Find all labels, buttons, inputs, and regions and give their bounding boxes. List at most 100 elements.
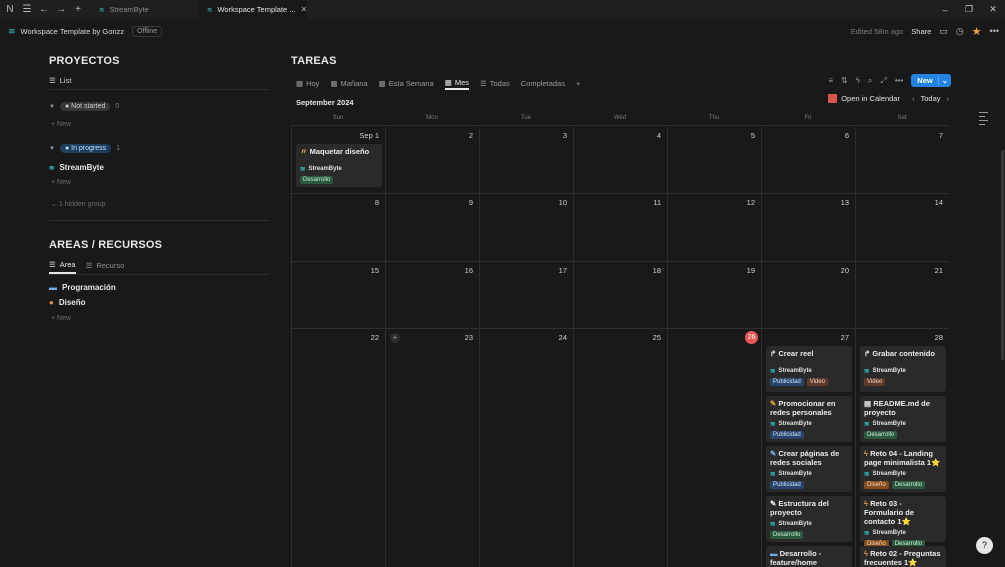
task-card[interactable]: 〃 Maquetar diseño ≋ StreamByte Desarrollo (296, 144, 382, 187)
list-item[interactable]: ● Diseño (49, 298, 269, 307)
day-cell[interactable]: Sep 1 〃 Maquetar diseño ≋ StreamByte Desa… (291, 127, 385, 193)
task-card[interactable]: ↱ Crear reel ≋ StreamByte Publicidad Video (766, 346, 852, 392)
new-item-button[interactable]: + New (51, 121, 269, 128)
day-cell[interactable]: 28 ↱ Grabar contenido ≋ StreamByte Video … (855, 329, 949, 567)
tab-completadas[interactable]: Completadas (521, 76, 565, 90)
day-cell[interactable]: 7 (855, 127, 949, 193)
day-cell[interactable]: 27 ↱ Crear reel ≋ StreamByte Publicidad Vi… (761, 329, 855, 567)
day-cell[interactable]: 4 (573, 127, 667, 193)
task-title: ϟ Reto 03 - Formulario de contacto 1⭐ (864, 499, 942, 526)
day-cell[interactable]: 16 (385, 262, 479, 328)
list-item[interactable]: ≋ StreamByte (49, 163, 269, 172)
automation-icon[interactable]: ϟ (856, 76, 860, 85)
next-month-icon[interactable]: › (947, 94, 950, 103)
relation-label: StreamByte (872, 368, 906, 374)
more-options-icon[interactable]: ••• (990, 26, 999, 36)
day-cell[interactable]: 5 (667, 127, 761, 193)
hidden-group-toggle[interactable]: ⌄ 1 hidden group (51, 200, 269, 208)
task-card[interactable]: ▬ Desarrollo - feature/home (766, 546, 852, 567)
calendar-week: 15 16 17 18 19 20 21 (291, 262, 949, 329)
task-card[interactable]: ✎ Crear páginas de redes sociales ≋ Strea… (766, 446, 852, 492)
tab-manana[interactable]: ▦ Mañana (330, 76, 367, 90)
task-card[interactable]: ↱ Grabar contenido ≋ StreamByte Video (860, 346, 946, 392)
comment-icon[interactable]: ▭ (939, 26, 948, 37)
tab-hoy[interactable]: ▦ Hoy (296, 76, 319, 90)
prev-month-icon[interactable]: ‹ (912, 94, 915, 103)
day-cell[interactable]: 17 (479, 262, 573, 328)
more-options-icon[interactable]: ••• (895, 76, 903, 85)
day-cell[interactable]: 8 (291, 194, 385, 261)
notion-logo-icon[interactable]: N (3, 3, 17, 17)
search-icon[interactable]: ⌕ (868, 76, 872, 86)
expand-icon[interactable]: ⤢ (880, 76, 886, 86)
caret-down-icon[interactable]: ▼ (49, 104, 55, 110)
day-cell[interactable]: 6 (761, 127, 855, 193)
task-card[interactable]: ✎ Estructura del proyecto ≋ StreamByte De… (766, 496, 852, 542)
menu-icon[interactable]: ☰ (20, 3, 34, 17)
share-button[interactable]: Share (911, 27, 931, 36)
task-card[interactable]: ϟ Reto 02 - Preguntas frecuentes 1⭐ (860, 546, 946, 567)
day-cell[interactable]: +23 (385, 329, 479, 567)
breadcrumb[interactable]: Workspace Template by Gonzz (21, 27, 125, 36)
list-view-tab[interactable]: ☰ List (49, 76, 269, 85)
close-tab-icon[interactable]: ✕ (301, 5, 307, 14)
add-task-icon[interactable]: + (390, 333, 400, 343)
scrollbar[interactable] (1001, 150, 1004, 360)
day-cell[interactable]: 14 (855, 194, 949, 261)
day-cell[interactable]: 19 (667, 262, 761, 328)
day-cell[interactable]: 15 (291, 262, 385, 328)
day-cell[interactable]: 13 (761, 194, 855, 261)
tab-workspace-template[interactable]: ≋ Workspace Template ... ✕ (199, 0, 307, 19)
day-cell[interactable]: 18 (573, 262, 667, 328)
day-cell[interactable]: 2 (385, 127, 479, 193)
tab-esta-semana[interactable]: ▦ Esta Semana (379, 76, 434, 90)
task-card[interactable]: ▤ README.md de proyecto ≋ StreamByte Desa… (860, 396, 946, 442)
task-card[interactable]: ✎ Promocionar en redes personales ≋ Strea… (766, 396, 852, 442)
tag: Desarrollo (300, 176, 334, 184)
group-not-started[interactable]: ▼ ● Not started 0 (49, 102, 269, 111)
day-cell[interactable]: 10 (479, 194, 573, 261)
new-item-button[interactable]: + New (51, 315, 269, 322)
today-button[interactable]: Today (920, 94, 940, 103)
new-task-button[interactable]: New ⌄ (911, 74, 951, 87)
tab-todas[interactable]: ☰ Todas (480, 76, 510, 90)
favorite-star-icon[interactable]: ★ (972, 25, 982, 38)
chevron-down-icon[interactable]: ⌄ (937, 76, 951, 85)
sort-icon[interactable]: ⇅ (841, 76, 848, 85)
day-cell[interactable]: 12 (667, 194, 761, 261)
day-cell[interactable]: 25 (573, 329, 667, 567)
list-item[interactable]: ▬ Programación (49, 283, 269, 292)
task-card[interactable]: ϟ Reto 04 - Landing page minimalista 1⭐ … (860, 446, 946, 492)
maximize-button[interactable]: ❐ (957, 0, 981, 19)
day-cell-today[interactable]: 26 (667, 329, 761, 567)
close-window-button[interactable]: ✕ (981, 0, 1005, 19)
open-in-calendar-button[interactable]: Open in Calendar (828, 94, 900, 103)
task-card[interactable]: ϟ Reto 03 - Formulario de contacto 1⭐ ≋ S… (860, 496, 946, 548)
day-number: 10 (558, 198, 567, 207)
back-arrow-icon[interactable]: ← (37, 3, 51, 17)
help-button[interactable]: ? (976, 537, 993, 554)
filter-icon[interactable]: ≡ (828, 76, 833, 85)
tab-streambyte[interactable]: ≋ StreamByte (91, 0, 199, 19)
minimize-button[interactable]: – (933, 0, 957, 19)
day-cell[interactable]: 24 (479, 329, 573, 567)
new-tab-icon[interactable]: + (71, 3, 85, 17)
day-cell[interactable]: 21 (855, 262, 949, 328)
day-cell[interactable]: 9 (385, 194, 479, 261)
day-cell[interactable]: 20 (761, 262, 855, 328)
history-icon[interactable]: ◷ (956, 26, 964, 37)
tab-area[interactable]: ☰ Area (49, 260, 76, 274)
new-item-button[interactable]: + New (51, 179, 269, 186)
task-icon: ↱ (864, 349, 871, 358)
group-in-progress[interactable]: ▼ ● In progress 1 (49, 144, 269, 153)
add-view-icon[interactable]: + (576, 76, 580, 90)
tab-mes[interactable]: ▦ Mes (444, 76, 470, 90)
day-cell[interactable]: 22 (291, 329, 385, 567)
forward-arrow-icon[interactable]: → (54, 3, 68, 17)
day-cell[interactable]: 3 (479, 127, 573, 193)
tab-recurso[interactable]: ☰ Recurso (86, 260, 125, 274)
page-outline-icon[interactable] (979, 112, 988, 125)
caret-down-icon[interactable]: ▼ (49, 146, 55, 152)
day-number: Sep 1 (359, 131, 379, 140)
day-cell[interactable]: 11 (573, 194, 667, 261)
